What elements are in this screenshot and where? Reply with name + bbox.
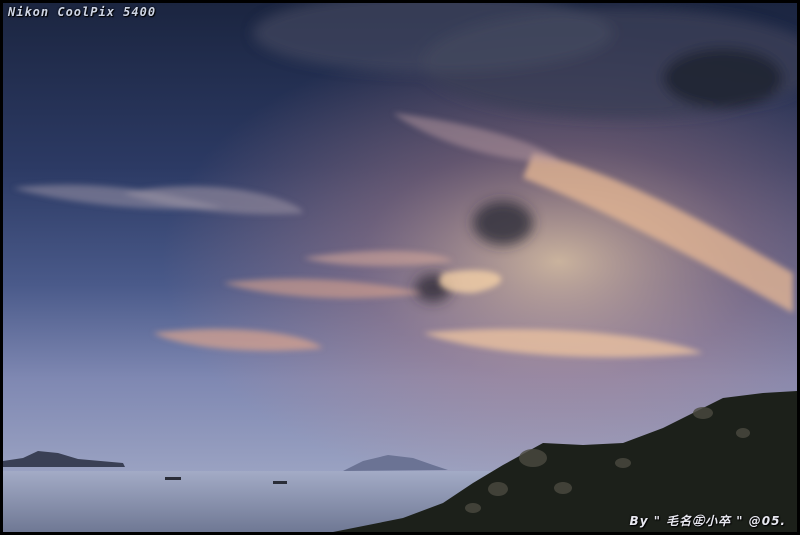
photo-frame: Nikon CoolPix 5400 By " 毛名㊣小卒 " @05.	[0, 0, 800, 535]
scene-art	[3, 3, 797, 532]
photographer-signature: By " 毛名㊣小卒 " @05.	[629, 514, 786, 528]
boat	[165, 477, 181, 480]
boat	[273, 481, 287, 484]
camera-label: Nikon CoolPix 5400	[8, 5, 157, 19]
photo	[3, 3, 797, 532]
